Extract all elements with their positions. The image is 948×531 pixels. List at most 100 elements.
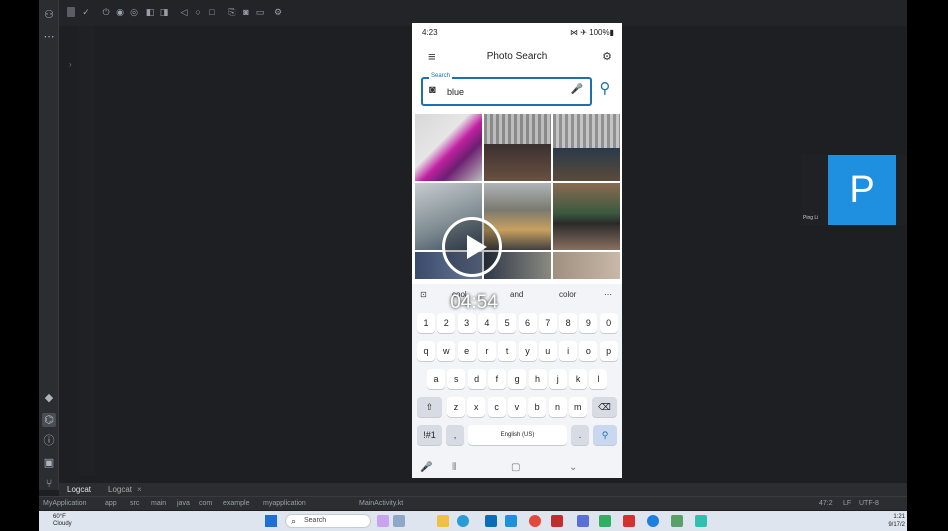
taskbar-search[interactable]: ⌕ Search bbox=[285, 514, 371, 528]
key-x[interactable]: x bbox=[467, 397, 486, 417]
play-button-icon[interactable] bbox=[442, 217, 502, 277]
back-icon[interactable]: ◁ bbox=[179, 6, 189, 18]
breadcrumb-myapplication[interactable]: myapplication bbox=[263, 500, 306, 507]
key-4[interactable]: 4 bbox=[477, 313, 496, 333]
breadcrumb-com[interactable]: com bbox=[199, 500, 212, 507]
key-6[interactable]: 6 bbox=[518, 313, 537, 333]
logcat-icon[interactable]: ⌬ bbox=[42, 413, 56, 427]
breadcrumb-app[interactable]: app bbox=[105, 500, 117, 507]
expand-chevron-icon[interactable]: › bbox=[69, 60, 72, 69]
terminal-icon[interactable]: ▣ bbox=[42, 456, 56, 470]
key-2[interactable]: 2 bbox=[437, 313, 456, 333]
photo-thumbnail[interactable] bbox=[415, 114, 482, 181]
problems-icon[interactable]: ⓘ bbox=[42, 434, 56, 448]
key-m[interactable]: m bbox=[568, 397, 587, 417]
tab-logcat-2[interactable]: Logcat bbox=[108, 485, 132, 494]
chrome-app-icon[interactable] bbox=[529, 515, 541, 527]
volume-up-icon[interactable]: ◉ bbox=[115, 6, 125, 18]
key-i[interactable]: i bbox=[559, 341, 578, 361]
more-icon[interactable]: ⋯ bbox=[42, 30, 56, 44]
key-y[interactable]: y bbox=[518, 341, 537, 361]
teams-app-icon[interactable] bbox=[695, 515, 707, 527]
comma-key[interactable]: , bbox=[446, 425, 464, 445]
explorer-app-icon[interactable] bbox=[437, 515, 449, 527]
key-j[interactable]: j bbox=[548, 369, 567, 389]
suggestion-3[interactable]: color bbox=[559, 290, 576, 299]
record-icon[interactable]: ▭ bbox=[255, 6, 265, 18]
key-z[interactable]: z bbox=[447, 397, 465, 417]
space-key[interactable]: English (US) bbox=[468, 425, 567, 445]
key-3[interactable]: 3 bbox=[457, 313, 476, 333]
zoom-app-icon[interactable] bbox=[647, 515, 659, 527]
green-app-icon[interactable] bbox=[599, 515, 611, 527]
key-1[interactable]: 1 bbox=[417, 313, 435, 333]
chat-app-icon[interactable] bbox=[393, 515, 405, 527]
edge-app-icon[interactable] bbox=[457, 515, 469, 527]
snapshot-icon[interactable]: ⎘ bbox=[227, 6, 237, 18]
photo-thumbnail[interactable] bbox=[553, 183, 620, 250]
search-input[interactable] bbox=[447, 85, 567, 99]
photo-thumbnail[interactable] bbox=[484, 114, 551, 181]
key-7[interactable]: 7 bbox=[538, 313, 557, 333]
key-g[interactable]: g bbox=[508, 369, 527, 389]
recent-apps-icon[interactable]: ⦀ bbox=[452, 462, 456, 473]
camera-search-icon[interactable]: ◙ bbox=[429, 84, 436, 96]
red-app-icon[interactable] bbox=[551, 515, 563, 527]
check-icon[interactable]: ✓ bbox=[81, 6, 91, 18]
key-w[interactable]: w bbox=[437, 341, 456, 361]
power-icon[interactable]: ⏻ bbox=[101, 6, 111, 18]
weather-widget[interactable]: 60°F Cloudy bbox=[53, 514, 93, 528]
home-icon[interactable]: ○ bbox=[193, 6, 203, 18]
device-dropdown[interactable] bbox=[67, 7, 75, 17]
file-encoding[interactable]: UTF-8 bbox=[859, 500, 879, 507]
key-t[interactable]: t bbox=[498, 341, 517, 361]
key-v[interactable]: v bbox=[507, 397, 526, 417]
git-icon[interactable]: ⑂ bbox=[42, 477, 56, 491]
microphone-icon[interactable]: 🎤 bbox=[571, 84, 583, 95]
volume-down-icon[interactable]: ◎ bbox=[129, 6, 139, 18]
suggestion-2[interactable]: and bbox=[510, 290, 523, 299]
key-k[interactable]: k bbox=[569, 369, 588, 389]
more-suggestions-icon[interactable]: ⋯ bbox=[604, 290, 612, 299]
start-button[interactable] bbox=[265, 515, 277, 527]
key-o[interactable]: o bbox=[579, 341, 598, 361]
period-key[interactable]: . bbox=[571, 425, 589, 445]
outlook-app-icon[interactable] bbox=[505, 515, 517, 527]
key-f[interactable]: f bbox=[487, 369, 506, 389]
purple-app-icon[interactable] bbox=[577, 515, 589, 527]
filter-icon[interactable]: ⚙ bbox=[602, 50, 612, 63]
overview-icon[interactable]: □ bbox=[207, 6, 217, 18]
breadcrumb-main[interactable]: main bbox=[151, 500, 166, 507]
key-8[interactable]: 8 bbox=[559, 313, 578, 333]
photo-thumbnail[interactable] bbox=[553, 114, 620, 181]
pdf-app-icon[interactable] bbox=[623, 515, 635, 527]
android-studio-app-icon[interactable] bbox=[671, 515, 683, 527]
key-0[interactable]: 0 bbox=[599, 313, 618, 333]
search-field[interactable]: Search ◙ 🎤 bbox=[421, 73, 592, 106]
settings-icon[interactable]: ⚙ bbox=[273, 6, 283, 18]
store-app-icon[interactable] bbox=[485, 515, 497, 527]
key-e[interactable]: e bbox=[457, 341, 476, 361]
search-key-icon[interactable]: ⚲ bbox=[593, 425, 617, 445]
project-icon[interactable]: ⚇ bbox=[42, 8, 56, 22]
line-separator[interactable]: LF bbox=[843, 500, 851, 507]
nav-back-icon[interactable]: ⌄ bbox=[569, 462, 577, 473]
breadcrumb-java[interactable]: java bbox=[177, 500, 190, 507]
key-d[interactable]: d bbox=[467, 369, 486, 389]
key-n[interactable]: n bbox=[548, 397, 567, 417]
key-r[interactable]: r bbox=[477, 341, 496, 361]
key-b[interactable]: b bbox=[528, 397, 547, 417]
keyboard-menu-icon[interactable]: ⊡ bbox=[420, 290, 427, 299]
key-q[interactable]: q bbox=[417, 341, 435, 361]
breadcrumb-file[interactable]: MainActivity.kt bbox=[359, 500, 403, 507]
symbols-key[interactable]: !#1 bbox=[417, 425, 442, 445]
key-c[interactable]: c bbox=[487, 397, 506, 417]
key-h[interactable]: h bbox=[528, 369, 547, 389]
key-s[interactable]: s bbox=[447, 369, 466, 389]
rotate-left-icon[interactable]: ◧ bbox=[145, 6, 155, 18]
tab-logcat-1[interactable]: Logcat bbox=[67, 485, 91, 494]
breadcrumb-src[interactable]: src bbox=[130, 500, 139, 507]
taskbar-clock[interactable]: 1:21 9/17/2 bbox=[888, 513, 905, 529]
widgets-app-icon[interactable] bbox=[377, 515, 389, 527]
key-p[interactable]: p bbox=[599, 341, 618, 361]
